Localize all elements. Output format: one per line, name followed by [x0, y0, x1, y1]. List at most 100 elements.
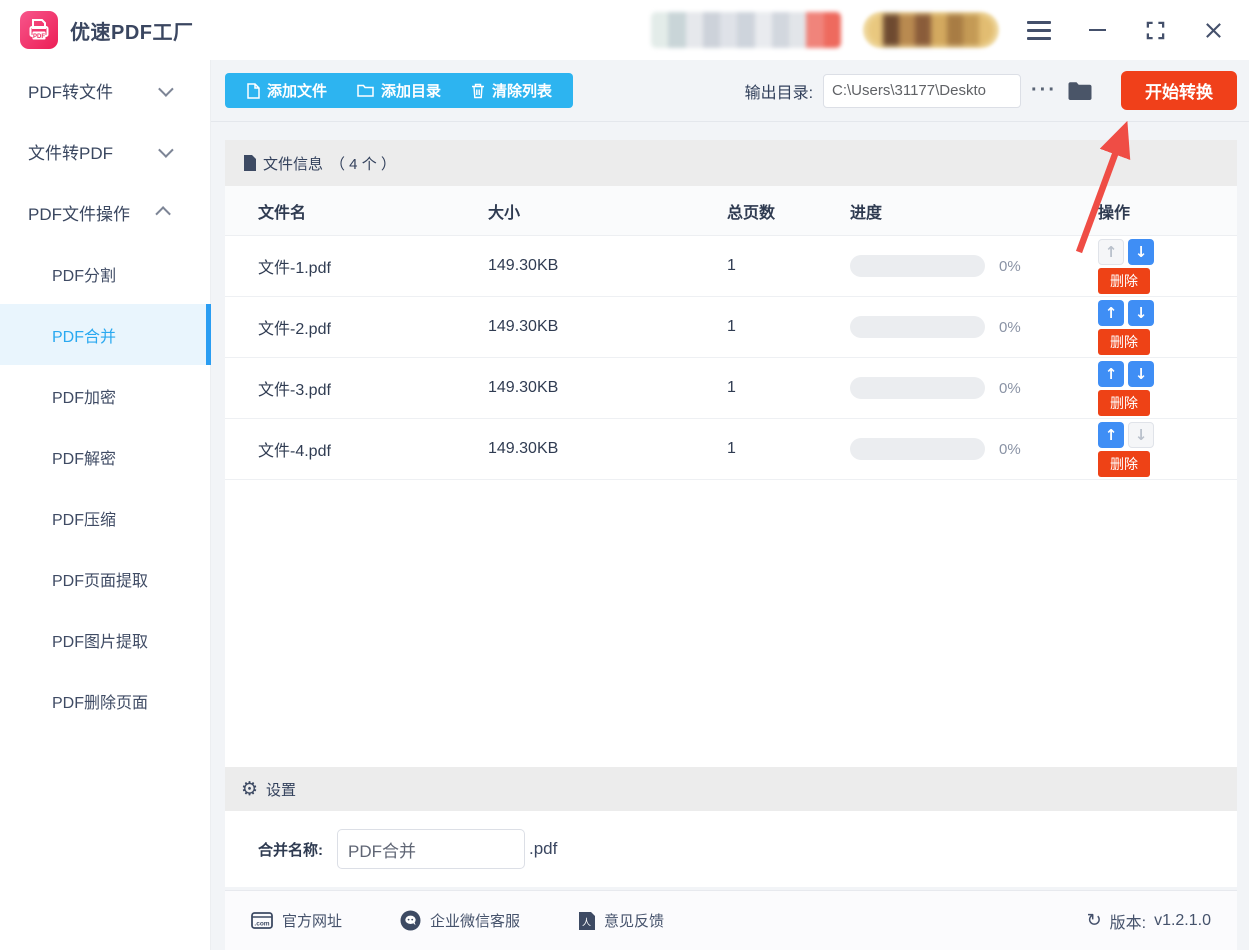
- window-controls: [1025, 16, 1227, 44]
- file-size: 149.30KB: [488, 440, 559, 457]
- sidebar-item-pdf-compress[interactable]: PDF压缩: [0, 487, 210, 548]
- file-name: 文件-1.pdf: [258, 260, 331, 277]
- sidebar-item-pdf-merge[interactable]: PDF合并: [0, 304, 211, 365]
- file-pages: 1: [727, 440, 736, 457]
- document-icon: [244, 155, 256, 171]
- settings-bar: ⚙ 设置: [225, 767, 1237, 811]
- sidebar-group-label: PDF文件操作: [28, 205, 130, 224]
- add-folder-icon: [357, 84, 374, 97]
- sidebar-item-pdf-split[interactable]: PDF分割: [0, 243, 210, 304]
- sidebar-group-file-to-pdf[interactable]: 文件转PDF: [0, 121, 210, 182]
- progress-percent: 0%: [999, 318, 1021, 336]
- official-website-label: 官方网址: [282, 913, 343, 930]
- down-arrow-icon: ↓: [1134, 364, 1148, 383]
- wechat-support-label: 企业微信客服: [430, 913, 521, 930]
- table-empty-space: [225, 480, 1237, 767]
- close-icon[interactable]: [1199, 16, 1227, 44]
- feedback-link[interactable]: 人 意见反馈: [578, 910, 664, 931]
- file-size: 149.30KB: [488, 379, 559, 396]
- footer-bar: .com 官方网址 企业微信客服 人 意见反馈 ↻ 版本: v1.2.1.0: [225, 890, 1237, 950]
- maximize-icon[interactable]: [1141, 16, 1169, 44]
- file-pages: 1: [727, 257, 736, 274]
- website-icon: .com: [251, 912, 273, 929]
- add-folder-label: 添加目录: [381, 83, 442, 100]
- move-down-button[interactable]: ↓: [1128, 360, 1154, 387]
- col-pages: 总页数: [727, 204, 776, 222]
- file-name: 文件-4.pdf: [258, 443, 331, 460]
- move-up-button[interactable]: ↑: [1098, 299, 1124, 326]
- move-up-button[interactable]: ↑: [1098, 421, 1124, 448]
- toolbar: 添加文件 添加目录 清除列表 输出目录: ···: [211, 60, 1249, 122]
- progress-percent: 0%: [999, 379, 1021, 397]
- move-down-button[interactable]: ↓: [1128, 238, 1154, 265]
- move-up-button: ↑: [1098, 238, 1124, 265]
- output-dir-input[interactable]: [823, 73, 1022, 108]
- sidebar-item-pdf-delete-pages[interactable]: PDF删除页面: [0, 670, 210, 731]
- add-file-label: 添加文件: [267, 83, 328, 100]
- wechat-chat-icon: [400, 910, 421, 931]
- file-pages: 1: [727, 379, 736, 396]
- sidebar-group-pdf-to-file[interactable]: PDF转文件: [0, 60, 210, 121]
- version-info: ↻ 版本: v1.2.1.0: [1087, 909, 1211, 933]
- start-convert-button[interactable]: 开始转换: [1121, 71, 1237, 110]
- sidebar-item-pdf-decrypt[interactable]: PDF解密: [0, 426, 210, 487]
- file-extension-label: .pdf: [529, 839, 558, 858]
- menu-icon[interactable]: [1025, 16, 1053, 44]
- add-folder-button[interactable]: 添加目录: [342, 73, 456, 108]
- file-name: 文件-3.pdf: [258, 382, 331, 399]
- open-folder-button[interactable]: [1067, 81, 1093, 101]
- minimize-icon[interactable]: [1083, 16, 1111, 44]
- sidebar-item-pdf-page-extract[interactable]: PDF页面提取: [0, 548, 210, 609]
- chevron-up-icon: [155, 206, 171, 222]
- table-header: 文件名 大小 总页数 进度 操作: [225, 186, 1237, 236]
- redacted-account-area[interactable]: [651, 12, 841, 48]
- delete-button[interactable]: 删除: [1098, 267, 1150, 294]
- move-down-button[interactable]: ↓: [1128, 299, 1154, 326]
- table-row: 文件-4.pdf 149.30KB 1 0% ↑ ↓ 删除: [225, 419, 1237, 480]
- chevron-down-icon: [158, 81, 174, 97]
- merge-name-input[interactable]: [337, 829, 525, 869]
- app-window: PDF 优速PDF工厂 PDF转文件 文件转PDF PDF文件操作 PDF分割 …: [0, 0, 1249, 950]
- progress-bar: [850, 438, 985, 460]
- move-up-button[interactable]: ↑: [1098, 360, 1124, 387]
- sidebar-group-pdf-operations[interactable]: PDF文件操作: [0, 182, 210, 243]
- clear-list-label: 清除列表: [492, 83, 553, 100]
- gear-icon: ⚙: [241, 777, 259, 800]
- up-arrow-icon: ↑: [1104, 364, 1118, 383]
- sidebar: PDF转文件 文件转PDF PDF文件操作 PDF分割 PDF合并 PDF加密 …: [0, 60, 211, 950]
- redacted-badge-area[interactable]: [863, 12, 999, 48]
- down-arrow-icon: ↓: [1134, 303, 1148, 322]
- table-row: 文件-1.pdf 149.30KB 1 0% ↑ ↓ 删除: [225, 236, 1237, 297]
- chevron-down-icon: [158, 142, 174, 158]
- version-value: v1.2.1.0: [1154, 911, 1211, 929]
- delete-button[interactable]: 删除: [1098, 389, 1150, 416]
- progress-bar: [850, 255, 985, 277]
- wechat-support-link[interactable]: 企业微信客服: [400, 910, 520, 931]
- sidebar-item-label: PDF分割: [52, 267, 117, 285]
- delete-button[interactable]: 删除: [1098, 328, 1150, 355]
- add-file-icon: [247, 82, 260, 99]
- svg-text:.com: .com: [254, 921, 269, 928]
- feedback-label: 意见反馈: [604, 913, 665, 930]
- add-file-button[interactable]: 添加文件: [231, 73, 342, 108]
- clear-list-button[interactable]: 清除列表: [456, 73, 567, 108]
- delete-button[interactable]: 删除: [1098, 450, 1150, 477]
- sidebar-item-label: PDF合并: [52, 328, 117, 346]
- sidebar-item-pdf-image-extract[interactable]: PDF图片提取: [0, 609, 210, 670]
- refresh-icon[interactable]: ↻: [1087, 911, 1102, 930]
- output-dir-label: 输出目录:: [744, 84, 814, 102]
- trash-icon: [472, 83, 485, 98]
- sidebar-group-label: 文件转PDF: [28, 144, 113, 163]
- merge-name-label: 合并名称:: [258, 841, 323, 859]
- col-progress: 进度: [850, 204, 883, 222]
- official-website-link[interactable]: .com 官方网址: [251, 910, 342, 931]
- file-pages: 1: [727, 318, 736, 335]
- svg-text:PDF: PDF: [33, 34, 45, 40]
- settings-title: 设置: [266, 781, 297, 799]
- content-panel: 文件信息 （ 4 个 ） 文件名 大小 总页数 进度 操作 文件-1.pdf 1…: [211, 122, 1249, 950]
- progress-bar: [850, 377, 985, 399]
- progress-bar: [850, 316, 985, 338]
- sidebar-item-pdf-encrypt[interactable]: PDF加密: [0, 365, 210, 426]
- browse-more-button[interactable]: ···: [1031, 79, 1057, 102]
- col-filename: 文件名: [258, 204, 307, 222]
